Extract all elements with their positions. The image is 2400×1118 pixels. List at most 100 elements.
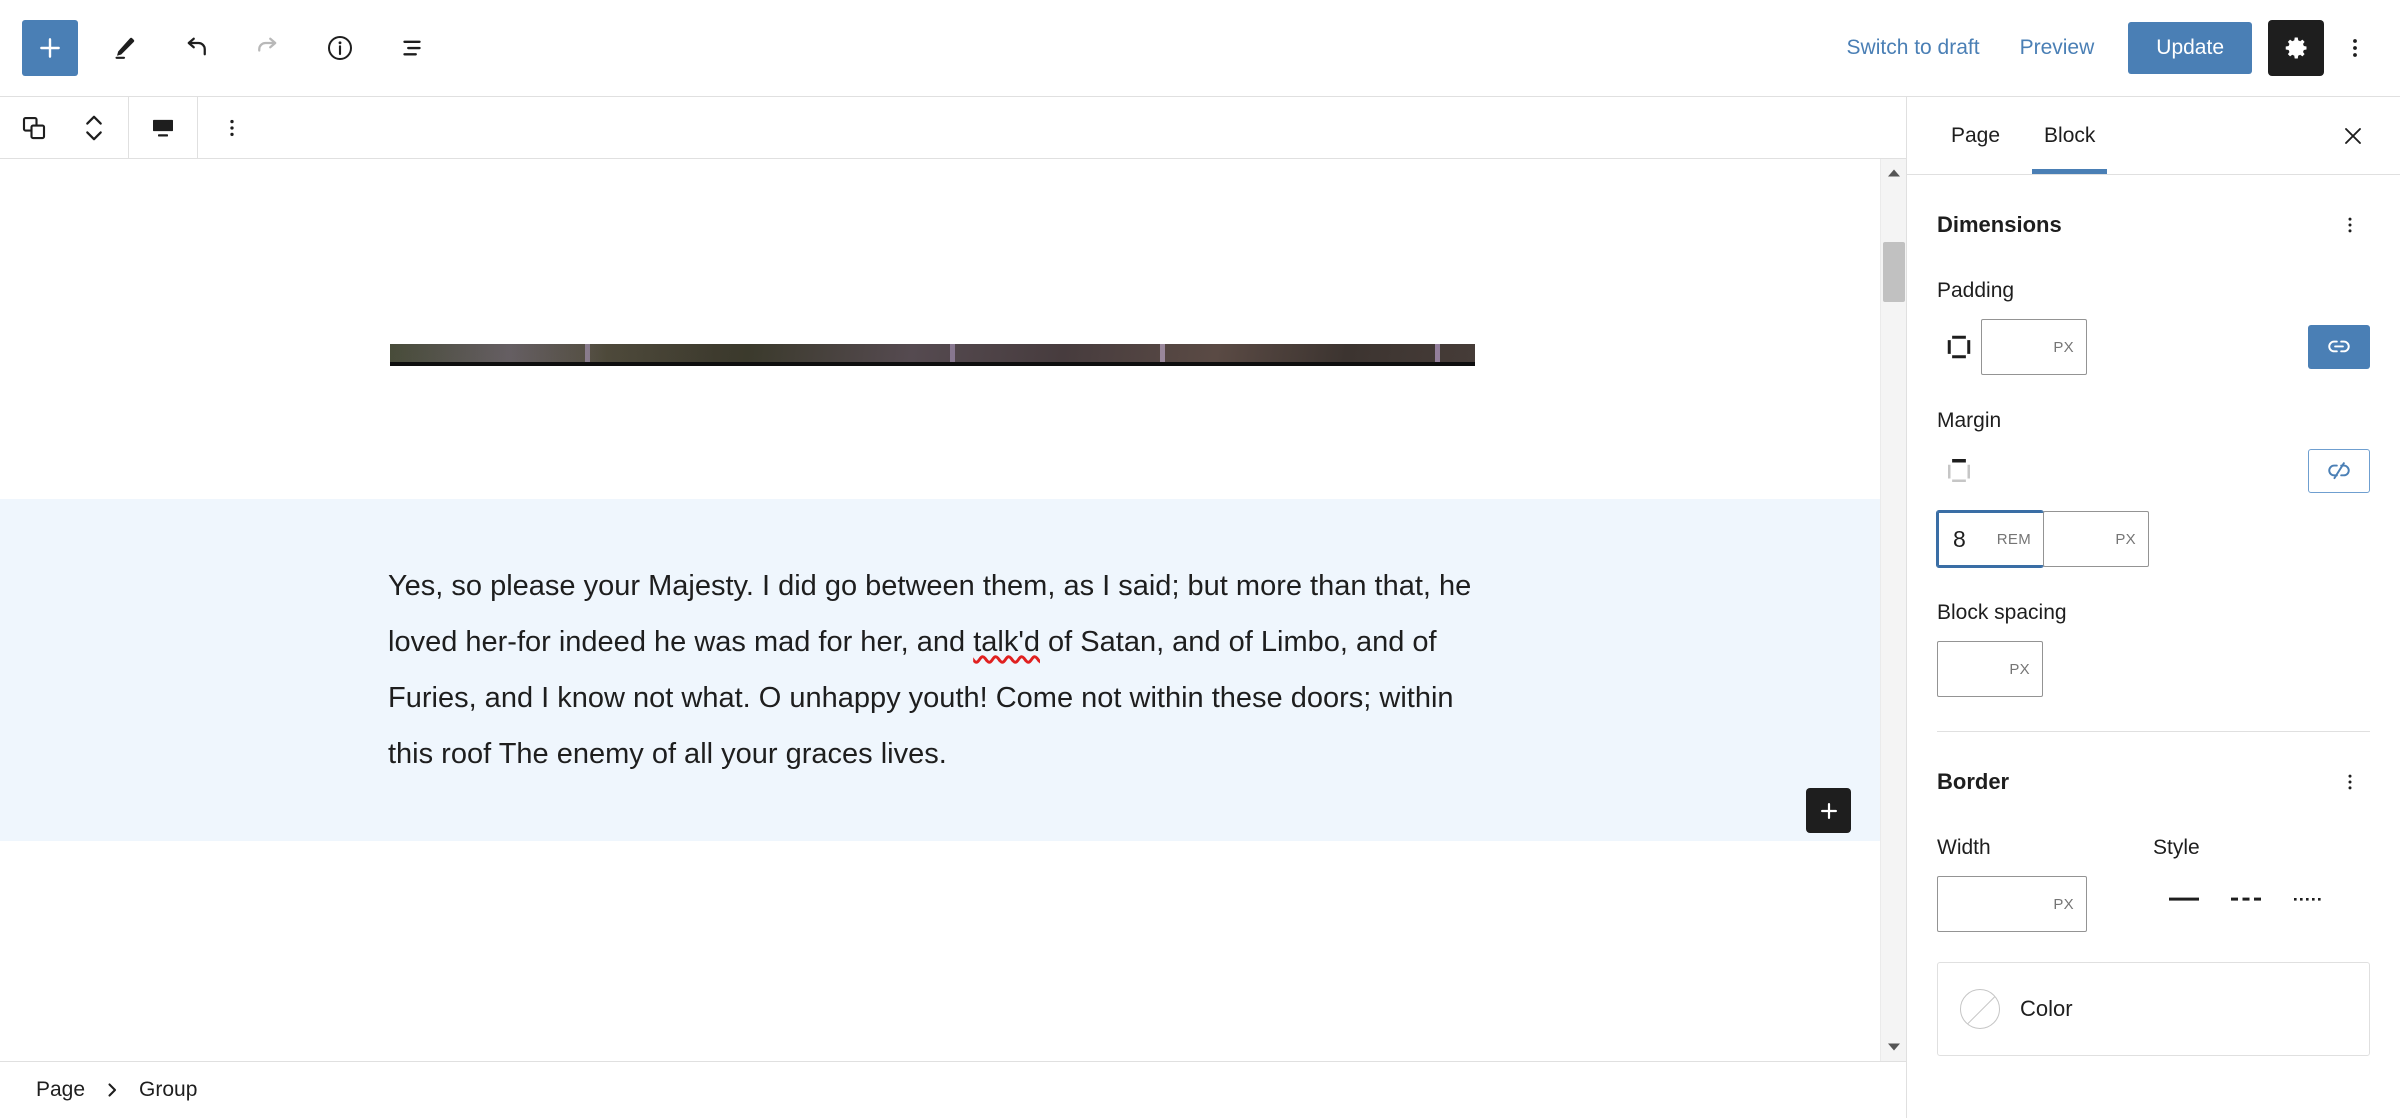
more-options-button[interactable]: [2332, 20, 2378, 76]
block-spacing-row: PX: [1937, 641, 2370, 697]
triangle-down-icon: [1887, 1043, 1900, 1051]
dimensions-options-button[interactable]: [2330, 205, 2370, 245]
block-toolbar-group-options: [198, 97, 266, 158]
canvas-scrollbar[interactable]: [1880, 159, 1906, 1061]
block-spacing-label: Block spacing: [1937, 601, 2067, 624]
block-type-transform-button[interactable]: [4, 97, 64, 158]
block-toolbar-group-align: [129, 97, 198, 158]
close-icon: [2345, 127, 2361, 144]
add-block-button[interactable]: [22, 20, 78, 76]
margin-sides-row: [1937, 449, 2370, 493]
settings-sidebar: Page Block Dimensions Padding PX Margin …: [1906, 97, 2400, 1118]
margin-second-unit: PX: [2115, 530, 2136, 548]
color-swatch-none-icon: [1960, 989, 2000, 1029]
margin-second-input[interactable]: PX: [2043, 511, 2149, 567]
scrollbar-track[interactable]: [1881, 187, 1907, 1033]
align-full-width-button[interactable]: [133, 97, 193, 158]
group-block-icon: [22, 116, 46, 139]
line-dashed-icon: [2231, 897, 2261, 901]
border-width-input[interactable]: PX: [1937, 876, 2087, 932]
block-spacing-unit: PX: [2009, 660, 2030, 678]
editor-body: Yes, so please your Majesty. I did go be…: [0, 97, 2400, 1118]
margin-inputs-row: 8 REM PX: [1936, 510, 2370, 568]
border-style-label: Style: [2153, 836, 2200, 859]
link-icon: [2328, 340, 2350, 353]
settings-button[interactable]: [2268, 20, 2324, 76]
chevron-up-down-icon: [86, 115, 102, 140]
border-style-group: Style: [2137, 802, 2370, 922]
pencil-icon: [115, 37, 135, 59]
border-panel-header: Border: [1937, 732, 2370, 802]
margin-unlink-sides-button[interactable]: [2308, 449, 2370, 493]
padding-label: Padding: [1937, 279, 2015, 302]
border-title: Border: [1937, 769, 2010, 794]
header-left-tools: [22, 20, 440, 76]
block-appender-button[interactable]: [1806, 788, 1851, 833]
scroll-down-arrow[interactable]: [1881, 1033, 1907, 1061]
block-spacing-input[interactable]: PX: [1937, 641, 2043, 697]
editor-canvas[interactable]: Yes, so please your Majesty. I did go be…: [0, 159, 1880, 1061]
chevron-right-icon: [108, 1083, 117, 1097]
margin-value-input[interactable]: 8 REM: [1936, 510, 2044, 568]
close-sidebar-button[interactable]: [2328, 97, 2378, 174]
switch-to-draft-button[interactable]: Switch to draft: [1827, 26, 2000, 70]
preview-button[interactable]: Preview: [2000, 26, 2115, 70]
border-style-dotted-button[interactable]: [2277, 876, 2339, 922]
kebab-menu-icon: [2353, 39, 2357, 57]
plus-icon: [40, 38, 60, 58]
plus-icon: [1820, 802, 1837, 819]
block-toolbar-group-transform: [0, 97, 129, 158]
update-button[interactable]: Update: [2128, 22, 2252, 74]
breadcrumb-item-page[interactable]: Page: [30, 1074, 91, 1106]
line-dotted-icon: [2294, 898, 2321, 901]
info-icon: [327, 35, 353, 61]
dimensions-title: Dimensions: [1937, 212, 2062, 237]
paragraph-block[interactable]: Yes, so please your Majesty. I did go be…: [388, 558, 1498, 782]
edit-tool-button[interactable]: [96, 20, 152, 76]
border-panel: Border Width PX Style Color: [1907, 732, 2400, 1056]
redo-button[interactable]: [240, 20, 296, 76]
unlink-icon: [2328, 462, 2350, 480]
block-options-button[interactable]: [202, 97, 262, 158]
border-color-label: Color: [2020, 996, 2073, 1021]
triangle-up-icon: [1887, 169, 1900, 177]
kebab-menu-icon: [230, 119, 234, 136]
breadcrumb-item-group[interactable]: Group: [133, 1074, 203, 1106]
tab-block[interactable]: Block: [2022, 97, 2117, 174]
padding-unit: PX: [2053, 338, 2074, 356]
list-view-button[interactable]: [384, 20, 440, 76]
details-button[interactable]: [312, 20, 368, 76]
border-controls: Width PX Style: [1937, 802, 2370, 932]
scroll-up-arrow[interactable]: [1881, 159, 1907, 187]
border-color-card[interactable]: Color: [1937, 962, 2370, 1056]
padding-link-sides-button[interactable]: [2308, 325, 2370, 369]
group-block[interactable]: Yes, so please your Majesty. I did go be…: [0, 499, 1880, 841]
editor-canvas-wrapper: Yes, so please your Majesty. I did go be…: [0, 159, 1906, 1061]
block-movers-button[interactable]: [64, 97, 124, 158]
editor-column: Yes, so please your Majesty. I did go be…: [0, 97, 1906, 1118]
tab-page[interactable]: Page: [1929, 97, 2022, 174]
scrollbar-thumb[interactable]: [1882, 242, 1905, 302]
image-block[interactable]: [390, 344, 1475, 366]
margin-top-side-icon: [1937, 456, 1981, 486]
padding-all-sides-icon: [1937, 332, 1981, 362]
border-options-button[interactable]: [2330, 762, 2370, 802]
breadcrumb: Page Group: [0, 1061, 1906, 1118]
redo-icon: [258, 37, 277, 52]
undo-button[interactable]: [168, 20, 224, 76]
breadcrumb-separator: [105, 1082, 119, 1098]
border-style-solid-button[interactable]: [2153, 876, 2215, 922]
padding-input[interactable]: PX: [1981, 319, 2087, 375]
border-width-unit: PX: [2053, 895, 2074, 913]
gear-icon: [2285, 37, 2307, 59]
border-style-dashed-button[interactable]: [2215, 876, 2277, 922]
dimensions-panel: Dimensions Padding PX Margin 8 REM PX Bl…: [1907, 175, 2400, 732]
kebab-menu-icon: [2348, 217, 2352, 233]
box-all-sides-icon: [1947, 335, 1971, 359]
box-top-side-icon: [1948, 459, 1970, 482]
margin-value: 8: [1953, 525, 1966, 552]
undo-icon: [187, 37, 206, 56]
header-right-actions: Switch to draft Preview Update: [1827, 20, 2378, 76]
full-width-icon: [153, 119, 173, 136]
border-style-options: [2153, 876, 2370, 922]
